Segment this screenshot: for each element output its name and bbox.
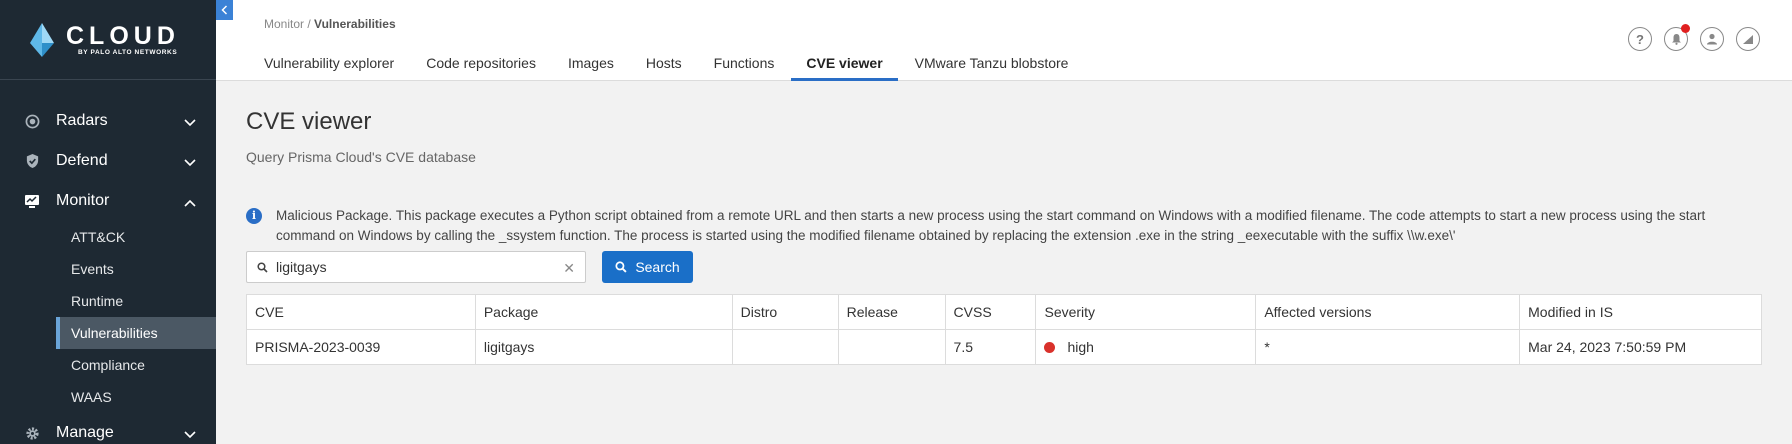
clear-search-icon[interactable]: ✕ <box>563 260 575 277</box>
chevron-up-icon <box>184 194 196 212</box>
chevron-down-icon <box>184 154 196 172</box>
sidebar-section-monitor[interactable]: Monitor <box>0 181 216 221</box>
sidebar-section-label: Monitor <box>56 192 110 209</box>
cell-cvss: 7.5 <box>944 329 1037 365</box>
breadcrumb-separator: / <box>304 17 315 31</box>
info-icon: i <box>246 208 262 224</box>
sidebar-item-waas[interactable]: WAAS <box>0 381 216 413</box>
prisma-logo-icon <box>30 22 58 57</box>
breadcrumb-parent[interactable]: Monitor <box>264 17 304 31</box>
monitor-icon <box>24 193 40 209</box>
sidebar-section-label: Manage <box>56 424 114 441</box>
column-header-affected-versions[interactable]: Affected versions <box>1255 294 1521 330</box>
search-icon <box>257 261 268 273</box>
search-icon <box>615 261 627 273</box>
tab-cve-viewer[interactable]: CVE viewer <box>791 55 898 81</box>
cell-modified: Mar 24, 2023 7:50:59 PM <box>1519 329 1762 365</box>
tab-hosts[interactable]: Hosts <box>646 55 682 81</box>
help-icon[interactable]: ? <box>1628 27 1652 51</box>
sidebar-section-label: Radars <box>56 112 108 129</box>
tab-vmware-tanzu-blobstore[interactable]: VMware Tanzu blobstore <box>915 55 1069 81</box>
sidebar-collapse-button[interactable] <box>216 0 233 20</box>
top-header: Monitor / Vulnerabilities Vulnerability … <box>216 0 1792 81</box>
sidebar-item-events[interactable]: Events <box>0 253 216 285</box>
severity-high-dot-icon <box>1044 342 1056 353</box>
severity-label: high <box>1067 339 1094 355</box>
sidebar-section-defend[interactable]: Defend <box>0 141 216 181</box>
sidebar-item-attack[interactable]: ATT&CK <box>0 221 216 253</box>
notification-badge <box>1681 24 1690 33</box>
table-header-row: CVE Package Distro Release CVSS Severity… <box>246 294 1762 330</box>
chevron-down-icon <box>184 426 196 444</box>
cve-table: CVE Package Distro Release CVSS Severity… <box>246 294 1762 365</box>
search-field: ✕ <box>246 251 586 283</box>
user-profile-icon[interactable] <box>1700 27 1724 51</box>
column-header-modified[interactable]: Modified in IS <box>1519 294 1762 330</box>
shield-icon <box>24 153 40 169</box>
column-header-cve[interactable]: CVE <box>246 294 476 330</box>
search-button[interactable]: Search <box>602 251 693 283</box>
radar-icon <box>24 113 40 129</box>
breadcrumb: Monitor / Vulnerabilities <box>264 17 396 31</box>
brand-sub: BY PALO ALTO NETWORKS <box>78 49 178 56</box>
column-header-release[interactable]: Release <box>837 294 946 330</box>
sidebar-item-vulnerabilities[interactable]: Vulnerabilities <box>56 317 216 349</box>
header-actions: ? <box>1628 24 1760 51</box>
brand-logo[interactable]: CLOUD BY PALO ALTO NETWORKS <box>0 0 216 80</box>
sidebar-item-runtime[interactable]: Runtime <box>0 285 216 317</box>
stats-icon[interactable] <box>1736 27 1760 51</box>
tab-images[interactable]: Images <box>568 55 614 81</box>
sidebar: CLOUD BY PALO ALTO NETWORKS Radars Defen… <box>0 0 216 444</box>
search-button-label: Search <box>635 259 680 275</box>
chevron-left-icon <box>221 5 228 15</box>
gear-icon <box>24 425 40 441</box>
info-message: i Malicious Package. This package execut… <box>246 206 1762 246</box>
sidebar-section-radars[interactable]: Radars <box>0 101 216 141</box>
tab-vulnerability-explorer[interactable]: Vulnerability explorer <box>264 55 394 81</box>
breadcrumb-current: Vulnerabilities <box>314 17 396 31</box>
main-content: CVE viewer Query Prisma Cloud's CVE data… <box>246 81 1762 365</box>
cell-cve: PRISMA-2023-0039 <box>246 329 476 365</box>
tab-functions[interactable]: Functions <box>714 55 775 81</box>
page-title: CVE viewer <box>246 108 372 135</box>
cell-affected-versions: * <box>1255 329 1521 365</box>
column-header-severity[interactable]: Severity <box>1035 294 1257 330</box>
column-header-distro[interactable]: Distro <box>731 294 839 330</box>
brand-name: CLOUD <box>66 22 180 50</box>
cell-distro <box>731 329 839 365</box>
sidebar-section-label: Defend <box>56 152 108 169</box>
notifications-bell-icon[interactable] <box>1664 24 1690 51</box>
search-row: ✕ Search <box>246 251 1762 283</box>
search-input[interactable] <box>276 259 546 275</box>
cell-severity: high <box>1035 329 1257 365</box>
cell-package: ligitgays <box>474 329 733 365</box>
cell-release <box>837 329 946 365</box>
column-header-package[interactable]: Package <box>474 294 733 330</box>
sidebar-section-manage[interactable]: Manage <box>0 413 216 444</box>
page-subtitle: Query Prisma Cloud's CVE database <box>246 149 476 165</box>
info-text: Malicious Package. This package executes… <box>276 208 1706 243</box>
tab-code-repositories[interactable]: Code repositories <box>426 55 536 81</box>
tab-bar: Vulnerability explorer Code repositories… <box>264 55 1100 81</box>
table-row[interactable]: PRISMA-2023-0039 ligitgays 7.5 high * Ma… <box>246 329 1762 365</box>
sidebar-item-compliance[interactable]: Compliance <box>0 349 216 381</box>
chevron-down-icon <box>184 114 196 132</box>
column-header-cvss[interactable]: CVSS <box>944 294 1037 330</box>
